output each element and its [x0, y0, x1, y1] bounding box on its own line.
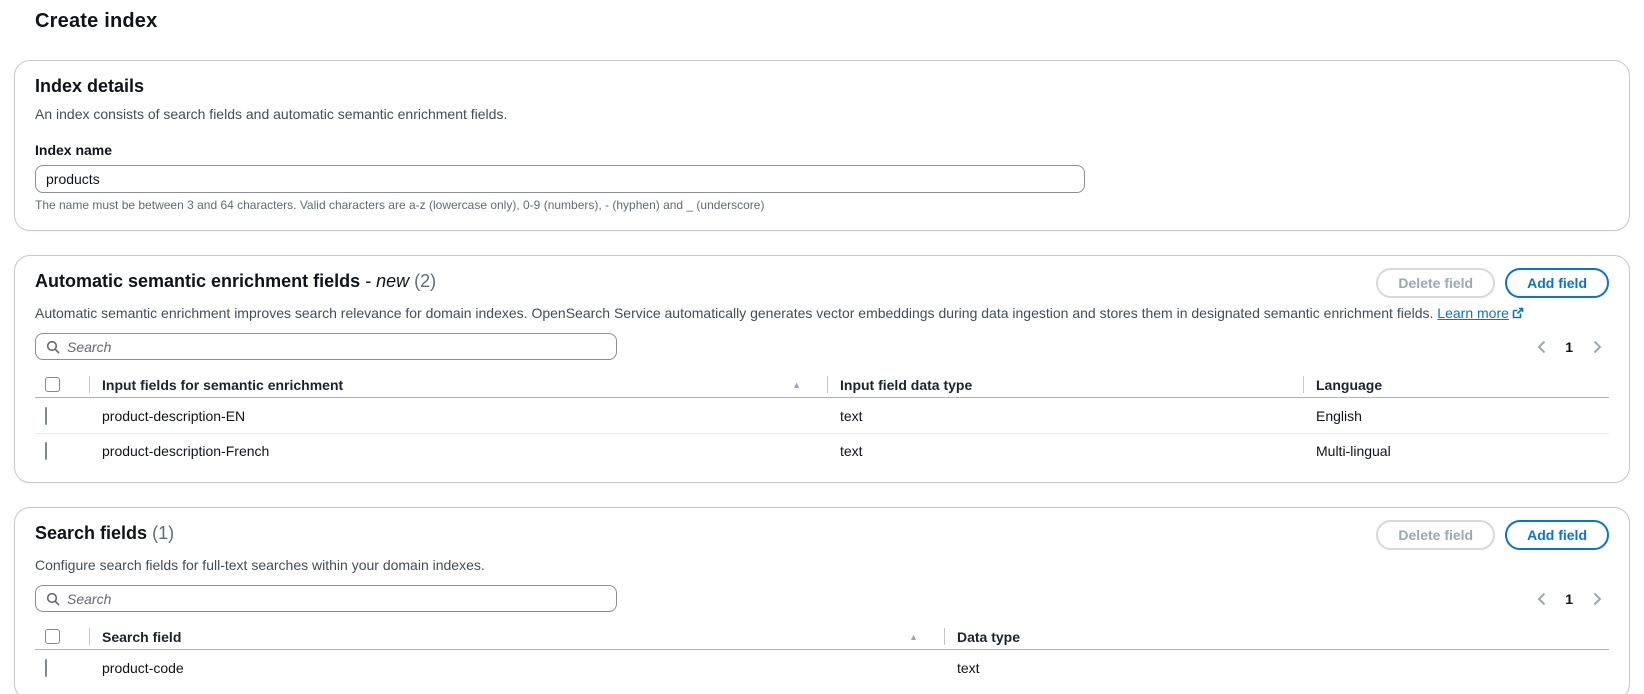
search-fields-current-page[interactable]: 1	[1565, 591, 1573, 607]
index-details-card: Index details An index consists of searc…	[14, 60, 1630, 231]
enrichment-actions: Delete field Add field	[1376, 268, 1609, 298]
cell-data-type: text	[827, 408, 1303, 424]
search-fields-description: Configure search fields for full-text se…	[35, 556, 1609, 575]
sort-ascending-icon[interactable]: ▲	[909, 632, 918, 642]
enrichment-description-text: Automatic semantic enrichment improves s…	[35, 305, 1433, 321]
select-all-checkbox[interactable]	[45, 629, 60, 644]
next-page-icon[interactable]	[1587, 337, 1607, 357]
header-select-all-cell	[35, 372, 89, 397]
cell-data-type: text	[944, 660, 1609, 676]
external-link-icon	[1512, 307, 1524, 319]
column-header-label: Input field data type	[840, 377, 972, 393]
index-name-input[interactable]	[35, 165, 1085, 193]
column-header-data-type[interactable]: Input field data type	[827, 372, 1303, 397]
column-header-label: Language	[1316, 377, 1382, 393]
search-fields-table-header: Search field ▲ Data type	[35, 624, 1609, 650]
enrichment-title: Automatic semantic enrichment fields - n…	[35, 268, 436, 294]
index-name-label: Index name	[35, 142, 1609, 158]
row-checkbox[interactable]	[45, 407, 47, 425]
enrichment-card-header: Automatic semantic enrichment fields - n…	[35, 268, 1609, 298]
cell-field-name: product-description-EN	[89, 408, 827, 424]
table-row[interactable]: product-description-French text Multi-li…	[35, 433, 1609, 468]
search-fields-title-text: Search fields	[35, 523, 147, 543]
search-fields-pagination: 1	[1531, 589, 1607, 609]
next-page-icon[interactable]	[1587, 589, 1607, 609]
search-fields-delete-field-button[interactable]: Delete field	[1376, 520, 1495, 550]
row-checkbox[interactable]	[45, 659, 47, 677]
cell-language: Multi-lingual	[1303, 443, 1609, 459]
enrichment-count: (2)	[414, 271, 436, 291]
cell-field-name: product-code	[89, 660, 944, 676]
column-header-label: Input fields for semantic enrichment	[102, 377, 343, 393]
enrichment-title-new-badge: - new	[365, 271, 409, 291]
learn-more-link[interactable]: Learn more	[1437, 305, 1524, 321]
cell-field-name: product-description-French	[89, 443, 827, 459]
enrichment-delete-field-button[interactable]: Delete field	[1376, 268, 1495, 298]
search-fields-search-box[interactable]	[35, 585, 617, 612]
search-icon	[46, 340, 60, 354]
enrichment-table: Input fields for semantic enrichment ▲ I…	[35, 372, 1609, 468]
column-header-label: Search field	[102, 629, 181, 645]
header-select-all-cell	[35, 624, 89, 649]
previous-page-icon[interactable]	[1531, 589, 1551, 609]
search-fields-search-input[interactable]	[67, 591, 606, 607]
learn-more-label: Learn more	[1437, 305, 1509, 321]
enrichment-description: Automatic semantic enrichment improves s…	[35, 304, 1609, 323]
row-select-cell	[35, 443, 89, 459]
search-fields-title: Search fields (1)	[35, 520, 174, 546]
search-icon	[46, 592, 60, 606]
table-row[interactable]: product-code text	[35, 650, 1609, 685]
column-header-input-fields[interactable]: Input fields for semantic enrichment ▲	[89, 372, 827, 397]
enrichment-card: Automatic semantic enrichment fields - n…	[14, 255, 1630, 483]
index-name-hint: The name must be between 3 and 64 charac…	[35, 198, 1609, 212]
search-fields-table: Search field ▲ Data type product-code te…	[35, 624, 1609, 685]
cell-language: English	[1303, 408, 1609, 424]
select-all-checkbox[interactable]	[45, 377, 60, 392]
enrichment-search-input[interactable]	[67, 339, 606, 355]
enrichment-title-text: Automatic semantic enrichment fields	[35, 271, 360, 291]
enrichment-table-header: Input fields for semantic enrichment ▲ I…	[35, 372, 1609, 398]
sort-ascending-icon[interactable]: ▲	[792, 380, 801, 390]
enrichment-add-field-button[interactable]: Add field	[1505, 268, 1609, 298]
cell-data-type: text	[827, 443, 1303, 459]
row-select-cell	[35, 408, 89, 424]
previous-page-icon[interactable]	[1531, 337, 1551, 357]
page-title: Create index	[35, 10, 1644, 33]
enrichment-search-box[interactable]	[35, 333, 617, 360]
row-checkbox[interactable]	[45, 442, 47, 460]
enrichment-toolbar: 1	[35, 333, 1609, 360]
search-fields-card-header: Search fields (1) Delete field Add field	[35, 520, 1609, 550]
column-header-data-type[interactable]: Data type	[944, 624, 1609, 649]
search-fields-add-field-button[interactable]: Add field	[1505, 520, 1609, 550]
search-fields-actions: Delete field Add field	[1376, 520, 1609, 550]
column-header-label: Data type	[957, 629, 1020, 645]
search-fields-card: Search fields (1) Delete field Add field…	[14, 507, 1630, 694]
enrichment-current-page[interactable]: 1	[1565, 339, 1573, 355]
column-header-language[interactable]: Language	[1303, 372, 1609, 397]
column-header-search-field[interactable]: Search field ▲	[89, 624, 944, 649]
search-fields-toolbar: 1	[35, 585, 1609, 612]
table-row[interactable]: product-description-EN text English	[35, 398, 1609, 433]
search-fields-count: (1)	[152, 523, 174, 543]
index-details-title: Index details	[35, 73, 1609, 99]
row-select-cell	[35, 660, 89, 676]
index-details-description: An index consists of search fields and a…	[35, 105, 1609, 124]
enrichment-pagination: 1	[1531, 337, 1607, 357]
